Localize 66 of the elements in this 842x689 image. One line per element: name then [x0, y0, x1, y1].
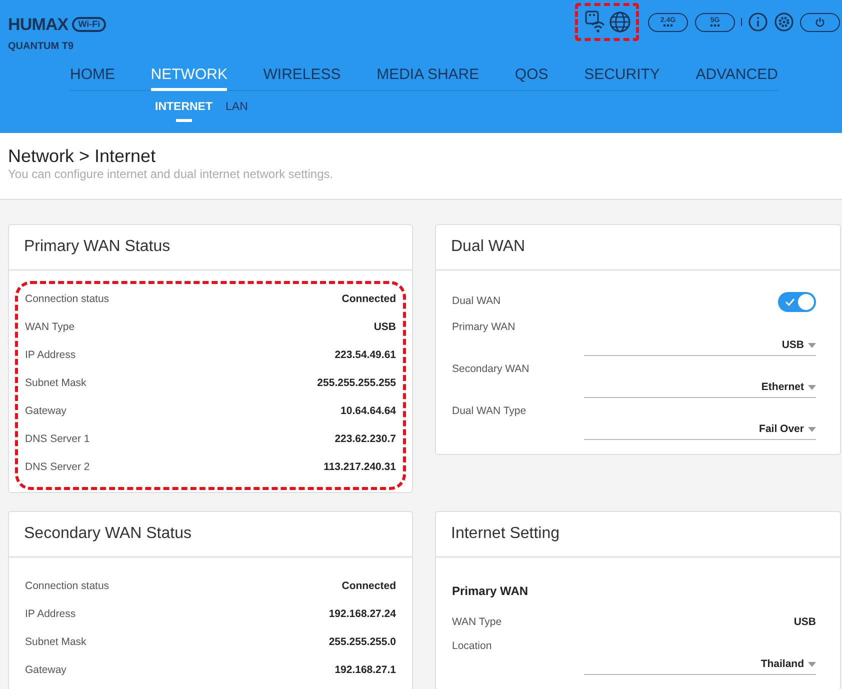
- usb-wifi-icon[interactable]: [583, 10, 607, 34]
- dropdown-field[interactable]: Ethernet: [584, 378, 816, 398]
- field-label: Subnet Mask: [25, 635, 86, 650]
- page-title: Network > Internet: [8, 145, 157, 167]
- nav-tab[interactable]: SECURITY: [584, 64, 660, 91]
- field-value: USB: [374, 320, 396, 336]
- field-label: DNS Server 2: [25, 460, 90, 476]
- model-name: QUANTUM T9: [8, 40, 74, 54]
- subnav-tab[interactable]: INTERNET: [155, 100, 212, 122]
- field-value: 10.64.64.64: [340, 404, 396, 420]
- dropdown-field[interactable]: Thailand: [584, 655, 816, 675]
- field-value: 192.168.27.24: [328, 607, 396, 622]
- caret-icon: [808, 662, 816, 667]
- subnav-tab[interactable]: LAN: [226, 100, 248, 122]
- info-icon[interactable]: [748, 12, 768, 32]
- card-title: Secondary WAN Status: [24, 524, 192, 544]
- nav-tab[interactable]: QOS: [514, 64, 548, 91]
- field-label: IP Address: [25, 348, 76, 364]
- field-label: Dual WAN: [452, 294, 501, 310]
- toggle-switch[interactable]: [778, 292, 816, 312]
- field-label: Primary WAN: [452, 320, 516, 335]
- field-label: Subnet Mask: [25, 376, 86, 392]
- globe-icon[interactable]: [609, 11, 631, 33]
- caret-icon: [808, 343, 816, 348]
- caret-icon: [808, 427, 816, 432]
- field-value: 223.62.230.7: [334, 432, 396, 448]
- field-value: 255.255.255.0: [328, 635, 396, 650]
- field-value: 223.54.49.61: [334, 348, 396, 364]
- dropdown-field[interactable]: Fail Over: [584, 420, 816, 440]
- logo-text: HUMAX: [8, 14, 68, 36]
- field-label: DNS Server 1: [25, 432, 90, 448]
- nav-tab[interactable]: HOME: [70, 64, 115, 91]
- field-value: 255.255.255.255: [317, 376, 396, 392]
- caret-icon: [808, 385, 816, 390]
- field-label: Connection status: [25, 579, 110, 594]
- logo-badge: Wi-Fi: [72, 17, 106, 32]
- field-value: 113.217.240.31: [324, 460, 396, 476]
- dropdown-field[interactable]: USB: [584, 336, 816, 356]
- settings-icon[interactable]: [774, 12, 794, 32]
- field-value: Connected: [342, 292, 396, 308]
- nav-tab[interactable]: ADVANCED: [696, 64, 778, 91]
- field-label: IP Address: [25, 607, 76, 622]
- power-icon: [815, 17, 825, 27]
- field-value: USB: [794, 614, 816, 630]
- field-label: WAN Type: [25, 320, 75, 336]
- nav-tab[interactable]: MEDIA SHARE: [376, 64, 480, 91]
- dots-icon: [663, 24, 673, 27]
- field-label: WAN Type: [452, 614, 502, 630]
- nav-tab[interactable]: WIRELESS: [263, 64, 341, 91]
- card-title: Dual WAN: [451, 237, 526, 257]
- field-value: Connected: [342, 579, 396, 594]
- card-title: Internet Setting: [451, 524, 560, 544]
- dots-icon: [710, 24, 720, 27]
- field-value: 192.168.27.1: [334, 663, 396, 678]
- field-label: Gateway: [25, 404, 66, 420]
- section-heading: Primary WAN: [452, 582, 528, 600]
- card-title: Primary WAN Status: [24, 237, 170, 257]
- check-icon: [785, 298, 795, 306]
- page-subtitle: You can configure internet and dual internet network settings.: [8, 167, 334, 181]
- field-label: Connection status: [25, 292, 110, 308]
- field-label: Secondary WAN: [452, 362, 530, 377]
- field-label: Location: [452, 639, 492, 654]
- field-label: Dual WAN Type: [452, 404, 526, 419]
- nav-tab[interactable]: NETWORK: [150, 64, 228, 91]
- field-label: Gateway: [25, 663, 66, 678]
- power-button[interactable]: [800, 12, 840, 32]
